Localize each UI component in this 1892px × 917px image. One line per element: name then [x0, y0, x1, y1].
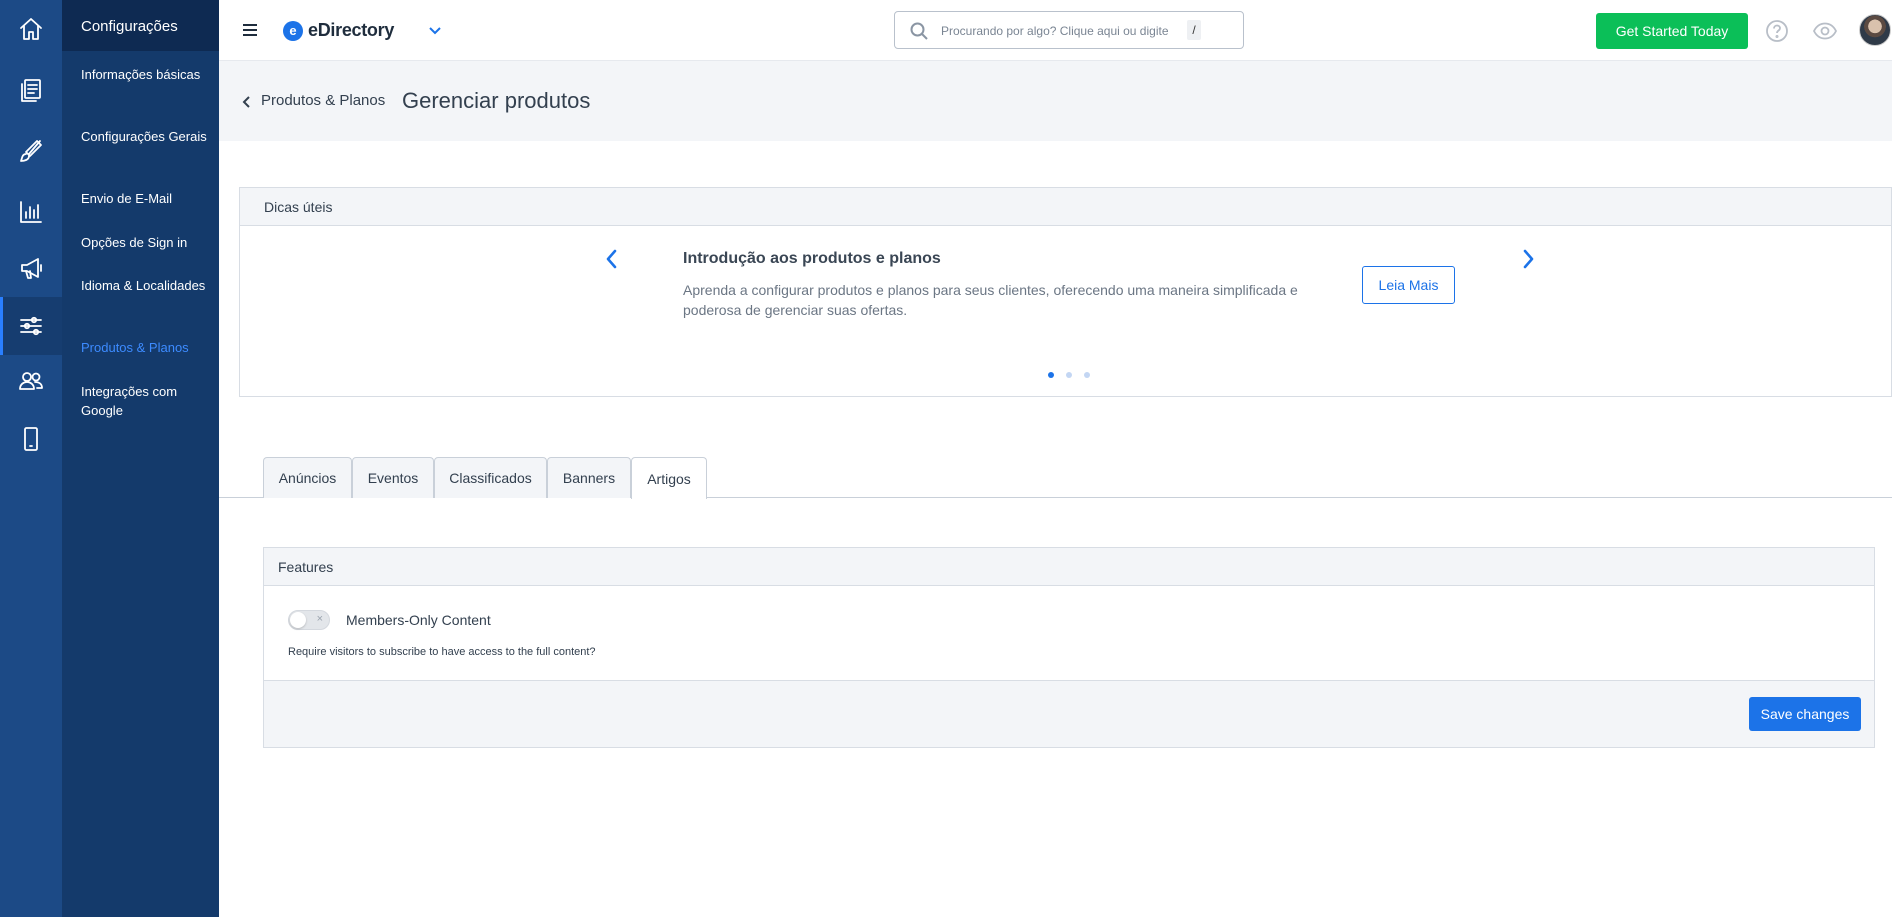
- design-brush-icon: [20, 140, 42, 162]
- carousel-dots: [1048, 372, 1090, 378]
- home-icon: [20, 18, 42, 40]
- search-box[interactable]: /: [894, 11, 1244, 49]
- tips-title: Introdução aos produtos e planos: [683, 250, 941, 267]
- settings-sliders-icon: [20, 316, 42, 336]
- carousel-dot[interactable]: [1066, 372, 1072, 378]
- logo-text: eDirectory: [308, 20, 395, 40]
- members-only-description: Require visitors to subscribe to have ac…: [288, 646, 596, 658]
- tab-artigos[interactable]: Artigos: [631, 457, 707, 499]
- card-footer: Save changes: [264, 680, 1874, 747]
- marketing-megaphone-icon: [21, 258, 42, 279]
- logo-mark: e: [283, 20, 303, 41]
- rail-item-marketing[interactable]: [0, 239, 62, 297]
- rail-item-design[interactable]: [0, 122, 62, 180]
- content-icon: [21, 79, 41, 102]
- mobile-icon: [24, 427, 38, 451]
- members-only-toggle[interactable]: ×: [288, 610, 330, 630]
- site-switcher-chevron-icon[interactable]: [427, 22, 443, 38]
- top-bar: e eDirectory / Get Started Today: [219, 0, 1892, 61]
- get-started-button[interactable]: Get Started Today: [1596, 13, 1748, 49]
- subnav-title: Configurações: [62, 0, 219, 51]
- tab-eventos[interactable]: Eventos: [352, 457, 434, 498]
- read-more-button[interactable]: Leia Mais: [1362, 266, 1455, 304]
- menu-icon[interactable]: [243, 24, 257, 36]
- subnav-item-sign-in[interactable]: Opções de Sign in: [81, 233, 211, 252]
- carousel-dot[interactable]: [1084, 372, 1090, 378]
- rail-item-settings[interactable]: [0, 297, 62, 355]
- features-card: Features × Members-Only Content Require …: [263, 547, 1875, 748]
- subnav-item-language[interactable]: Idioma & Localidades: [81, 276, 211, 295]
- back-chevron-icon[interactable]: [242, 95, 252, 109]
- icon-rail: [0, 0, 62, 917]
- tab-classificados[interactable]: Classificados: [434, 457, 547, 498]
- carousel-prev-icon[interactable]: [602, 247, 622, 271]
- rail-item-content[interactable]: [0, 61, 62, 119]
- tips-heading: Dicas úteis: [240, 188, 1891, 226]
- tips-panel: Dicas úteis Introdução aos produtos e pl…: [239, 187, 1892, 397]
- carousel-dot[interactable]: [1048, 372, 1054, 378]
- features-heading: Features: [264, 548, 1874, 586]
- search-icon: [910, 22, 928, 40]
- logo[interactable]: e eDirectory: [283, 20, 394, 41]
- page-title: Gerenciar produtos: [402, 88, 591, 113]
- avatar[interactable]: [1859, 14, 1891, 46]
- carousel-next-icon[interactable]: [1518, 247, 1538, 271]
- page-header: Produtos & Planos Gerenciar produtos: [219, 61, 1892, 141]
- toggle-off-icon: ×: [316, 613, 323, 625]
- members-only-label: Members-Only Content: [346, 612, 491, 628]
- subnav-item-basic-info[interactable]: Informações básicas: [81, 65, 211, 84]
- breadcrumb[interactable]: Produtos & Planos: [261, 92, 385, 109]
- tab-banners[interactable]: Banners: [547, 457, 631, 498]
- tips-description: Aprenda a configurar produtos e planos p…: [683, 282, 1298, 318]
- toggle-knob: [290, 612, 306, 628]
- save-changes-button[interactable]: Save changes: [1749, 697, 1861, 731]
- rail-item-reports[interactable]: [0, 183, 62, 241]
- help-icon[interactable]: [1765, 19, 1789, 43]
- rail-item-home[interactable]: [0, 0, 62, 58]
- preview-eye-icon[interactable]: [1812, 19, 1838, 43]
- users-icon: [19, 372, 43, 390]
- subnav-item-google[interactable]: Integrações com Google: [81, 382, 211, 420]
- tab-anuncios[interactable]: Anúncios: [263, 457, 352, 498]
- subnav-item-email[interactable]: Envio de E-Mail: [81, 189, 211, 208]
- reports-chart-icon: [20, 201, 42, 223]
- subnav-item-products-plans[interactable]: Produtos & Planos: [81, 338, 211, 357]
- rail-item-users[interactable]: [0, 352, 62, 410]
- settings-subnav: Configurações Informações básicas Config…: [62, 0, 219, 917]
- search-shortcut-key: /: [1187, 20, 1201, 40]
- subnav-item-general-settings[interactable]: Configurações Gerais: [81, 127, 211, 146]
- rail-item-mobile[interactable]: [0, 410, 62, 468]
- search-input[interactable]: [941, 21, 1181, 41]
